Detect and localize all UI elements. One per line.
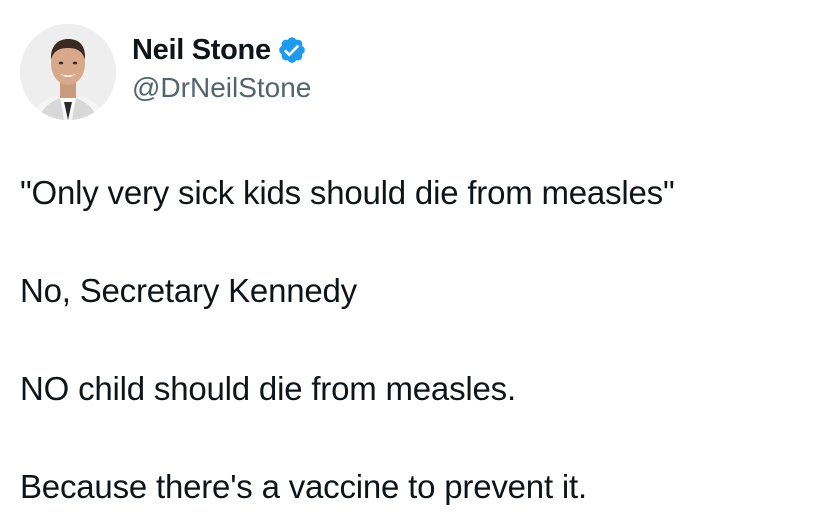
tweet-body: "Only very sick kids should die from mea… — [20, 172, 810, 508]
tweet-header: Neil Stone @DrNeilStone — [20, 24, 311, 120]
verified-badge-icon — [277, 35, 307, 65]
tweet-paragraph: "Only very sick kids should die from mea… — [20, 174, 675, 211]
author-handle[interactable]: @DrNeilStone — [132, 70, 311, 106]
tweet-paragraph: No, Secretary Kennedy — [20, 272, 357, 309]
author-display-name[interactable]: Neil Stone — [132, 32, 271, 68]
tweet-paragraph: NO child should die from measles. — [20, 370, 516, 407]
tweet-card: Neil Stone @DrNeilStone "Only very sick … — [0, 0, 828, 526]
author-names: Neil Stone @DrNeilStone — [132, 32, 311, 106]
tweet-paragraph: Because there's a vaccine to prevent it. — [20, 468, 587, 505]
avatar-photo-icon — [20, 24, 116, 120]
author-avatar[interactable] — [20, 24, 116, 120]
name-row: Neil Stone — [132, 32, 311, 68]
